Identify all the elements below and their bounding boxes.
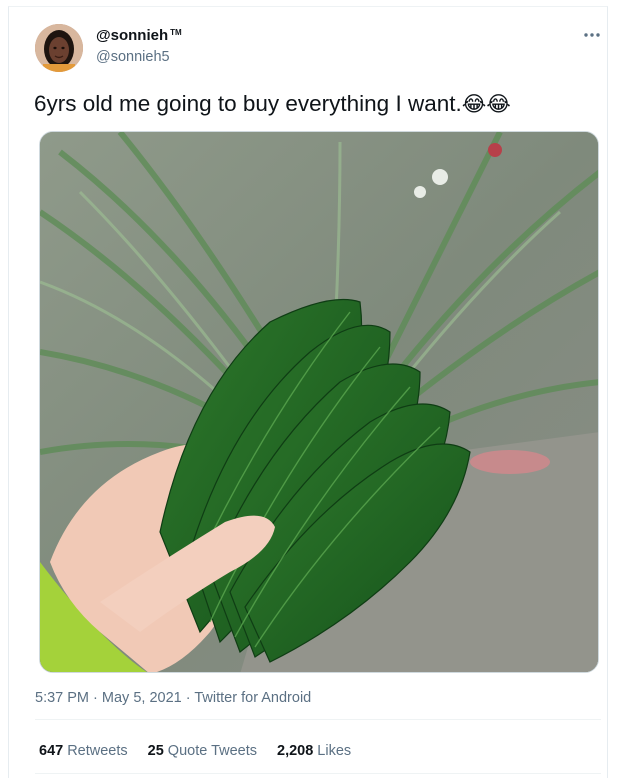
tweet-date[interactable]: May 5, 2021 [102,690,182,706]
meta-separator: · [93,690,98,706]
author-display-name[interactable]: @sonnieh [96,27,168,44]
tweet-time[interactable]: 5:37 PM [35,690,89,706]
divider [35,719,601,720]
likes-count: 2,208 [277,743,314,759]
user-avatar-icon [35,24,83,72]
meta-separator: · [185,690,191,706]
tweet-text: 6yrs old me going to buy everything I wa… [34,91,511,117]
quote-tweets-label: Quote Tweets [167,743,257,759]
author-name-row[interactable]: @sonnieh TM [96,27,182,44]
retweets-label: Retweets [67,743,128,759]
divider [35,773,601,774]
author-handle[interactable]: @sonnieh5 [96,49,170,65]
laughing-emoji-icon: 😂😂 [461,92,511,116]
trademark-badge: TM [170,28,182,37]
avatar[interactable] [35,24,83,72]
more-horizontal-icon [584,33,600,37]
tweet-meta: 5:37 PM · May 5, 2021 · Twitter for Andr… [35,690,311,706]
likes-label: Likes [317,743,352,759]
likes-stat[interactable]: 2,208 Likes [277,743,351,759]
tweet-stats: 647 Retweets 25 Quote Tweets 2,208 Likes [39,743,351,759]
tweet-source[interactable]: Twitter for Android [194,690,311,706]
more-options-button[interactable] [581,27,603,43]
quote-tweets-stat[interactable]: 25 Quote Tweets [148,743,257,759]
tweet-media[interactable] [39,131,599,673]
tweet-card: @sonnieh TM @sonnieh5 6yrs old me going … [8,6,608,778]
retweets-count: 647 [39,743,64,759]
tweet-body: 6yrs old me going to buy everything I wa… [34,91,462,116]
photo-of-leaves-held-in-hand [40,132,598,672]
quote-tweets-count: 25 [147,743,164,759]
retweets-stat[interactable]: 647 Retweets [39,743,128,759]
